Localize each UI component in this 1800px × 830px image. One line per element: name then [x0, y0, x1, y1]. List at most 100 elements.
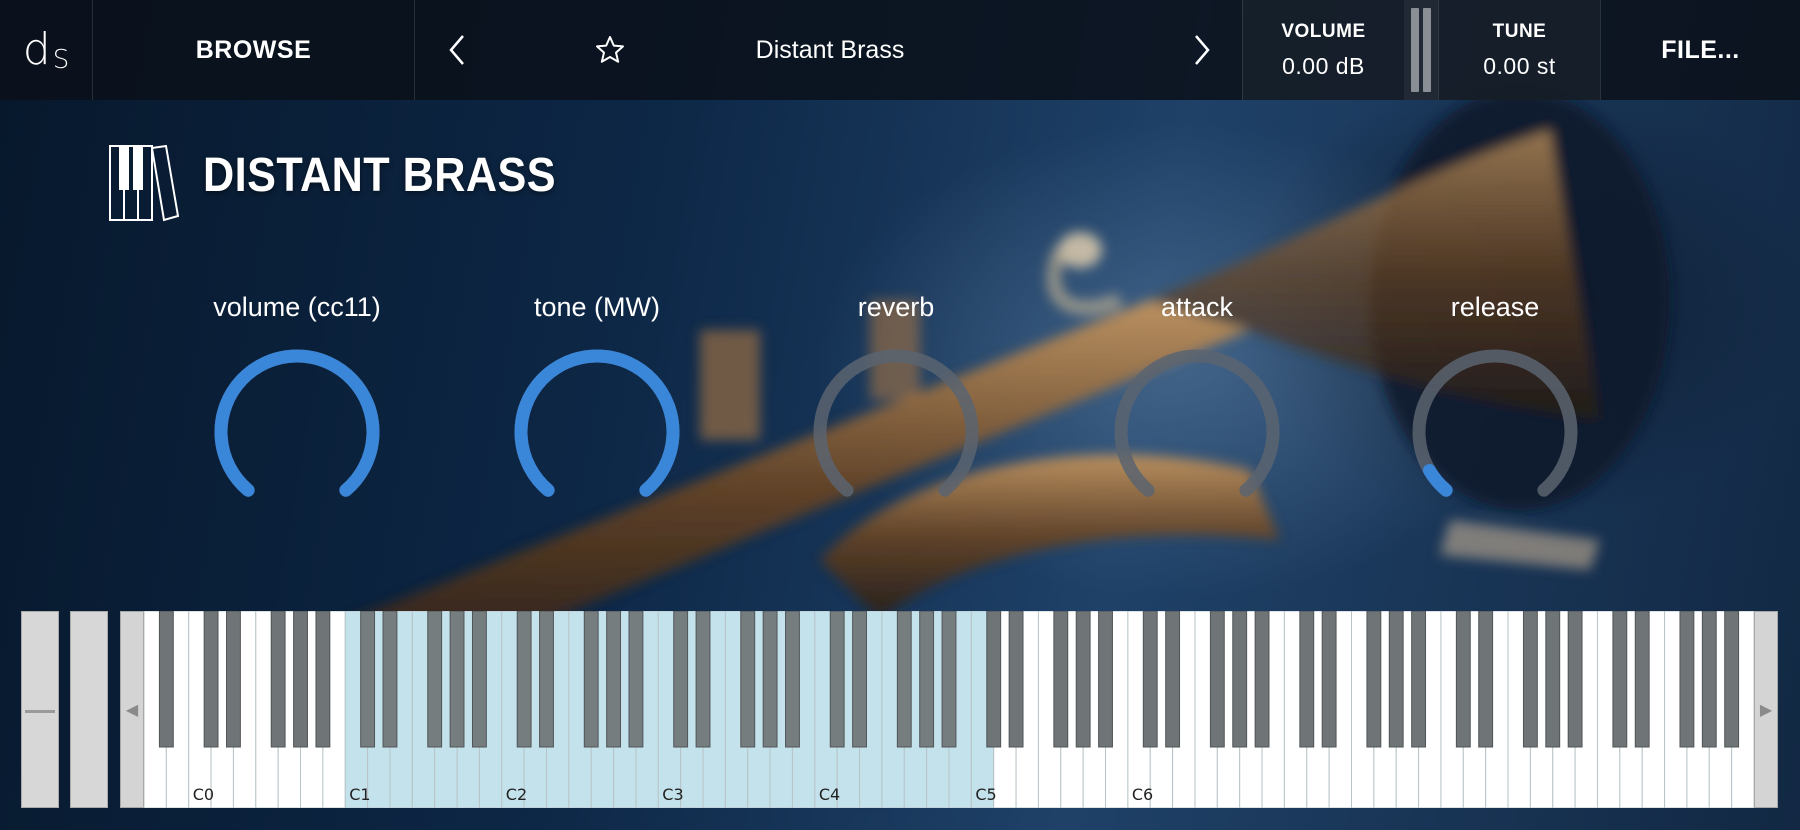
black-key[interactable]: [1701, 611, 1717, 748]
piano-keys[interactable]: C0 C1 C2 C3 C4 C5 C6: [144, 611, 1754, 808]
black-key[interactable]: [583, 611, 599, 748]
octave-label: C1: [349, 785, 370, 804]
pitch-wheel-center-mark: [25, 710, 55, 713]
black-key[interactable]: [1679, 611, 1695, 748]
pitch-bend-wheel[interactable]: [21, 611, 59, 808]
knob-label: tone (MW): [533, 292, 660, 322]
black-key[interactable]: [941, 611, 957, 748]
black-key[interactable]: [1522, 611, 1538, 748]
black-key[interactable]: [1008, 611, 1024, 748]
black-key[interactable]: [1366, 611, 1382, 748]
master-tune-control[interactable]: TUNE 0.00 st: [1438, 0, 1600, 100]
preset-name[interactable]: Distant Brass: [660, 0, 1000, 100]
black-key[interactable]: [1075, 611, 1091, 748]
black-key[interactable]: [382, 611, 398, 748]
black-key[interactable]: [1478, 611, 1494, 748]
black-key[interactable]: [1165, 611, 1181, 748]
octave-label: C0: [193, 785, 214, 804]
octave-down-button[interactable]: ◀: [120, 611, 144, 808]
black-key[interactable]: [1567, 611, 1583, 748]
black-key[interactable]: [516, 611, 532, 748]
knob-label: volume (cc11): [213, 292, 381, 322]
chevron-left-icon: [448, 35, 464, 65]
black-key[interactable]: [1299, 611, 1315, 748]
mod-wheel[interactable]: [70, 611, 108, 808]
black-key[interactable]: [449, 611, 465, 748]
black-key[interactable]: [158, 611, 174, 748]
black-key[interactable]: [1209, 611, 1225, 748]
octave-up-button[interactable]: ▶: [1754, 611, 1778, 808]
knob-value-arc: [1422, 463, 1453, 497]
black-key[interactable]: [919, 611, 935, 748]
piano-keyboard[interactable]: C0 C1 C2 C3 C4 C5 C6: [144, 611, 1754, 808]
black-key[interactable]: [673, 611, 689, 748]
knob-attack[interactable]: attack: [1082, 292, 1312, 522]
tune-label: TUNE: [1492, 20, 1547, 42]
knob-volume-cc11[interactable]: volume (cc11): [182, 292, 412, 522]
level-meter-right: [1423, 8, 1431, 92]
black-key[interactable]: [293, 611, 308, 748]
knob-dial[interactable]: [1107, 342, 1287, 522]
black-key[interactable]: [1388, 611, 1404, 748]
master-volume-control[interactable]: VOLUME 0.00 dB: [1242, 0, 1404, 100]
knob-reverb[interactable]: reverb: [781, 292, 1011, 522]
knob-value-arc: [214, 349, 380, 497]
black-key[interactable]: [695, 611, 711, 748]
browse-button[interactable]: BROWSE: [92, 0, 414, 100]
black-key[interactable]: [1612, 611, 1628, 748]
black-key[interactable]: [606, 611, 622, 748]
octave-label: C6: [1132, 785, 1153, 804]
knob-track: [1114, 349, 1280, 497]
black-key[interactable]: [829, 611, 845, 748]
black-key[interactable]: [471, 611, 487, 748]
black-key[interactable]: [986, 611, 1002, 748]
black-key[interactable]: [852, 611, 867, 748]
black-key[interactable]: [315, 611, 331, 748]
piano-keys-icon: [109, 144, 180, 222]
volume-label: VOLUME: [1281, 20, 1366, 42]
star-icon: [596, 36, 624, 63]
knob-dial[interactable]: [507, 342, 687, 522]
octave-label: C3: [662, 785, 683, 804]
black-key[interactable]: [360, 611, 376, 748]
black-key[interactable]: [1545, 611, 1561, 748]
file-menu-button[interactable]: FILE...: [1600, 0, 1800, 100]
logo-letter: d: [22, 24, 51, 75]
knob-dial[interactable]: [207, 342, 387, 522]
knob-release[interactable]: release: [1380, 292, 1610, 522]
black-key[interactable]: [1724, 611, 1740, 748]
knob-label: reverb: [857, 292, 935, 322]
black-key[interactable]: [427, 611, 443, 748]
knob-tone-mw[interactable]: tone (MW): [482, 292, 712, 522]
black-key[interactable]: [1455, 611, 1471, 748]
black-key[interactable]: [1053, 611, 1069, 748]
black-key[interactable]: [1232, 611, 1248, 748]
top-bar: dS BROWSE Distant Brass VOLUME 0.00 dB T…: [0, 0, 1800, 100]
tune-value[interactable]: 0.00 st: [1483, 53, 1556, 80]
black-key[interactable]: [740, 611, 756, 748]
black-key[interactable]: [1411, 611, 1427, 748]
next-preset-button[interactable]: [1160, 0, 1244, 100]
black-key[interactable]: [1142, 611, 1158, 748]
favorite-button[interactable]: [570, 0, 650, 100]
black-key[interactable]: [628, 611, 644, 748]
knob-value-arc: [514, 349, 680, 497]
level-meter: [1404, 0, 1438, 100]
previous-preset-button[interactable]: [414, 0, 498, 100]
knob-dial[interactable]: [806, 342, 986, 522]
black-key[interactable]: [1254, 611, 1270, 748]
octave-label: C5: [975, 785, 996, 804]
black-key[interactable]: [539, 611, 554, 748]
volume-value[interactable]: 0.00 dB: [1282, 53, 1365, 80]
knob-dial[interactable]: [1405, 342, 1585, 522]
black-key[interactable]: [1321, 611, 1337, 748]
black-key[interactable]: [1098, 611, 1113, 748]
black-key[interactable]: [226, 611, 241, 748]
black-key[interactable]: [896, 611, 912, 748]
black-key[interactable]: [203, 611, 219, 748]
black-key[interactable]: [270, 611, 286, 748]
black-key[interactable]: [785, 611, 800, 748]
black-key[interactable]: [1634, 611, 1650, 748]
black-key[interactable]: [762, 611, 778, 748]
triangle-right-icon: ▶: [1759, 700, 1773, 719]
